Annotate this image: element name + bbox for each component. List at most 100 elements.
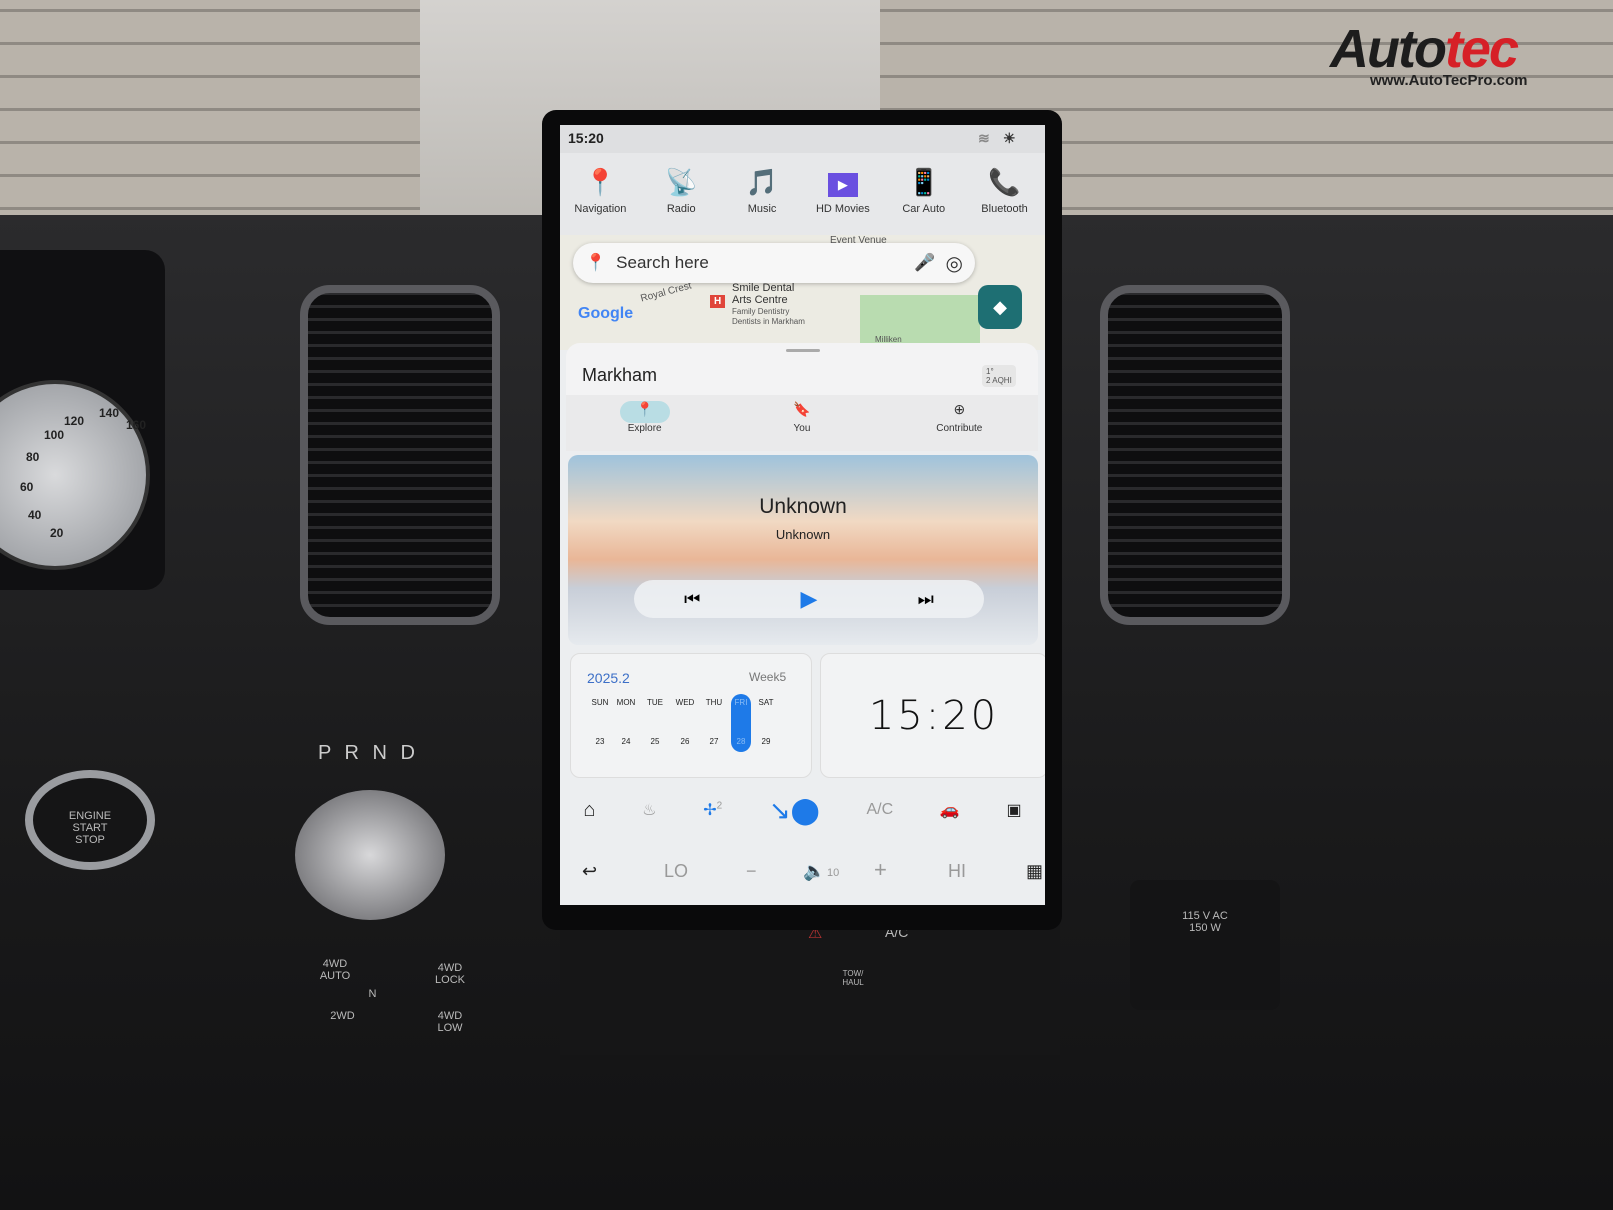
fan-level: 2 [716, 800, 723, 812]
status-time: 15:20 [568, 130, 604, 146]
radio-antenna-icon: 📡 [665, 167, 698, 197]
left-air-vent [300, 285, 500, 625]
airflow-mode-icon[interactable]: ↘⬤ [769, 795, 820, 826]
day-date: 26 [680, 737, 690, 746]
app-label: Radio [666, 203, 696, 215]
google-maps-view[interactable]: Event Venue Royal Crest H Smile Dental A… [560, 235, 1045, 355]
track-artist: Unknown [775, 527, 831, 542]
tab-label: You [793, 423, 811, 434]
tab-you[interactable]: 🔖 You [757, 395, 847, 451]
calendar-day: SUN 23 [587, 694, 613, 752]
calendar-month: 2025.2 [587, 670, 630, 686]
neutral-button[interactable]: N [360, 988, 385, 1000]
map-label: Dentists in Markham [732, 317, 805, 326]
app-music[interactable]: 🎵 Music [725, 167, 800, 235]
tab-label: Contribute [936, 423, 983, 434]
outlet-label: 115 V AC 150 W [1182, 910, 1228, 935]
rear-defrost-icon[interactable]: ♨ [642, 800, 656, 820]
fan-speed[interactable]: ✢2 [703, 800, 722, 820]
temp-low[interactable]: LO [664, 861, 688, 882]
climate-control-row: ↩ LO − 🔈 10 + HI ▦ [560, 845, 1045, 900]
home-icon[interactable]: ⌂ [583, 799, 595, 822]
minus-button[interactable]: − [746, 861, 757, 882]
media-player-widget[interactable]: Unknown Unknown ⏮ ▶ ⏭ [568, 455, 1038, 645]
app-hd-movies[interactable]: ▶ HD Movies [805, 167, 880, 235]
lower-control-panel: A/C TOW/ HAUL ⚠ [560, 915, 1060, 1055]
clock-widget[interactable]: 15:20 [820, 653, 1045, 778]
engine-start-button[interactable]: ENGINE START STOP [25, 770, 155, 870]
4wd-auto-button[interactable]: 4WD AUTO [310, 958, 360, 982]
tow-haul-button[interactable]: TOW/ HAUL [838, 969, 868, 988]
add-circle-icon: ⊕ [953, 401, 966, 417]
volume-level: 10 [827, 867, 840, 879]
4wd-low-button[interactable]: 4WD LOW [425, 1010, 475, 1034]
search-bar[interactable]: 📍 Search here 🎤 ◎ [573, 243, 975, 283]
day-date: 24 [621, 737, 631, 746]
day-name: FRI [734, 698, 748, 707]
engine-button-label: ENGINE START STOP [68, 810, 112, 847]
calendar-day: SAT 29 [753, 694, 779, 752]
brightness-icon[interactable]: ☀ [1003, 130, 1016, 147]
head-unit-screen: 15:20 ≋ ☀ 📍 Navigation 📡 Radio 🎵 Music ▶ HD … [560, 125, 1045, 905]
account-icon[interactable]: ◎ [946, 251, 963, 276]
app-label: Car Auto [902, 203, 946, 215]
explore-pin-icon: 📍 [619, 401, 670, 423]
tab-explore[interactable]: 📍 Explore [600, 395, 690, 451]
calendar-widget[interactable]: 2025.2 Week5 SUN 23 MON 24 TUE 25 WED 26 THU… [570, 653, 812, 778]
app-navigation[interactable]: 📍 Navigation [563, 167, 638, 235]
app-grid-icon[interactable]: ▦ [1026, 861, 1043, 882]
google-maps-pin-icon: 📍 [585, 253, 607, 272]
speedo-tick: 160 [126, 418, 147, 432]
app-label: HD Movies [815, 203, 870, 215]
app-label: Bluetooth [981, 203, 1028, 215]
drag-handle[interactable] [786, 349, 820, 352]
weather-temp: 1° [986, 367, 994, 376]
plus-button[interactable]: + [874, 857, 887, 883]
day-name: SAT [758, 698, 774, 707]
calendar-day-today: FRI 28 [731, 694, 751, 752]
speedo-tick: 60 [20, 480, 34, 494]
phone-call-icon: 📞 [988, 167, 1021, 197]
day-date: 29 [761, 737, 771, 746]
recirculation-icon[interactable]: 🚗 [940, 800, 960, 820]
right-air-vent [1100, 285, 1290, 625]
calendar-week: Week5 [749, 670, 787, 684]
climate-bar: ⌂ ♨ ✢2 ↘⬤ A/C 🚗 ▣ [560, 785, 1045, 835]
4wd-lock-button[interactable]: 4WD LOCK [425, 962, 475, 986]
ac-toggle[interactable]: A/C [866, 801, 893, 819]
speedo-tick: 40 [28, 508, 42, 522]
track-title: Unknown [759, 495, 847, 518]
microphone-icon[interactable]: 🎤 [914, 253, 935, 273]
tab-contribute[interactable]: ⊕ Contribute [914, 395, 1004, 451]
play-icon[interactable]: ▶ [801, 586, 818, 612]
temp-high[interactable]: HI [948, 861, 966, 882]
media-controls: ⏮ ▶ ⏭ [634, 580, 984, 618]
explore-panel: Markham 1° 2 AQHI 📍 Explore 🔖 You ⊕ Contribu… [566, 343, 1038, 451]
day-name: THU [705, 698, 723, 707]
back-icon[interactable]: ↩ [582, 861, 597, 882]
next-track-icon[interactable]: ⏭ [918, 589, 934, 610]
map-label: Family Dentistry [732, 307, 790, 316]
bookmark-icon: 🔖 [793, 401, 811, 417]
map-pin-icon: 📍 [584, 167, 617, 197]
gear-selector-knob[interactable] [295, 790, 445, 920]
day-name: TUE [647, 698, 663, 707]
phone-projection-icon: 📱 [907, 167, 940, 197]
calendar-day: THU 27 [701, 694, 727, 752]
recent-apps-icon[interactable]: ▣ [1006, 800, 1021, 820]
search-input[interactable]: Search here [616, 253, 904, 273]
power-outlet: 115 V AC 150 W [1130, 880, 1280, 1010]
previous-track-icon[interactable]: ⏮ [684, 589, 700, 610]
weather-badge[interactable]: 1° 2 AQHI [982, 365, 1016, 387]
weather-aqi: 2 AQHI [986, 376, 1012, 385]
day-date: 23 [595, 737, 605, 746]
speedo-tick: 80 [26, 450, 40, 464]
directions-button[interactable]: ◆ [978, 285, 1022, 329]
2wd-button[interactable]: 2WD [325, 1010, 360, 1022]
app-radio[interactable]: 📡 Radio [644, 167, 719, 235]
app-bluetooth[interactable]: 📞 Bluetooth [967, 167, 1042, 235]
wifi-icon: ≋ [978, 130, 990, 146]
map-label: Royal Crest [639, 280, 693, 305]
hospital-icon: H [710, 295, 726, 308]
app-car-auto[interactable]: 📱 Car Auto [886, 167, 961, 235]
